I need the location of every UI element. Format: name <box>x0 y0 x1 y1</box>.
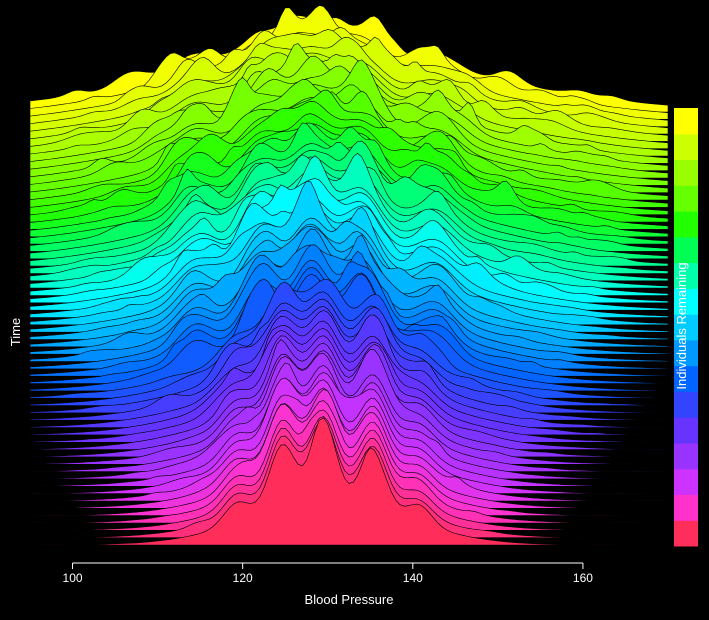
colorbar-segment <box>674 108 698 135</box>
ridgeline-chart: 100 120 140 160 Blood Pressure Time Individ… <box>0 0 709 615</box>
ridge-layers <box>29 5 669 546</box>
x-tick-label: 100 <box>63 571 83 585</box>
x-axis-label: Blood Pressure <box>305 592 394 607</box>
colorbar-segment <box>674 468 698 495</box>
x-axis: 100 120 140 160 <box>63 562 593 585</box>
y-axis-label: Time <box>8 318 23 346</box>
colorbar-segment <box>674 159 698 186</box>
colorbar-segment <box>674 185 698 212</box>
colorbar-label: Individuals Remaining <box>674 262 689 389</box>
colorbar-segment <box>674 520 698 547</box>
colorbar-segment <box>674 133 698 161</box>
x-tick-label: 140 <box>403 571 423 585</box>
colorbar-segment <box>674 494 698 521</box>
colorbar-segment <box>674 236 698 264</box>
colorbar-segment <box>674 417 698 444</box>
colorbar-segment <box>674 391 698 418</box>
colorbar-segment <box>674 211 698 238</box>
chart-canvas: 100 120 140 160 Blood Pressure Time Individ… <box>8 5 698 607</box>
colorbar-segment <box>674 442 698 470</box>
x-tick-label: 120 <box>233 571 253 585</box>
x-tick-label: 160 <box>573 571 593 585</box>
